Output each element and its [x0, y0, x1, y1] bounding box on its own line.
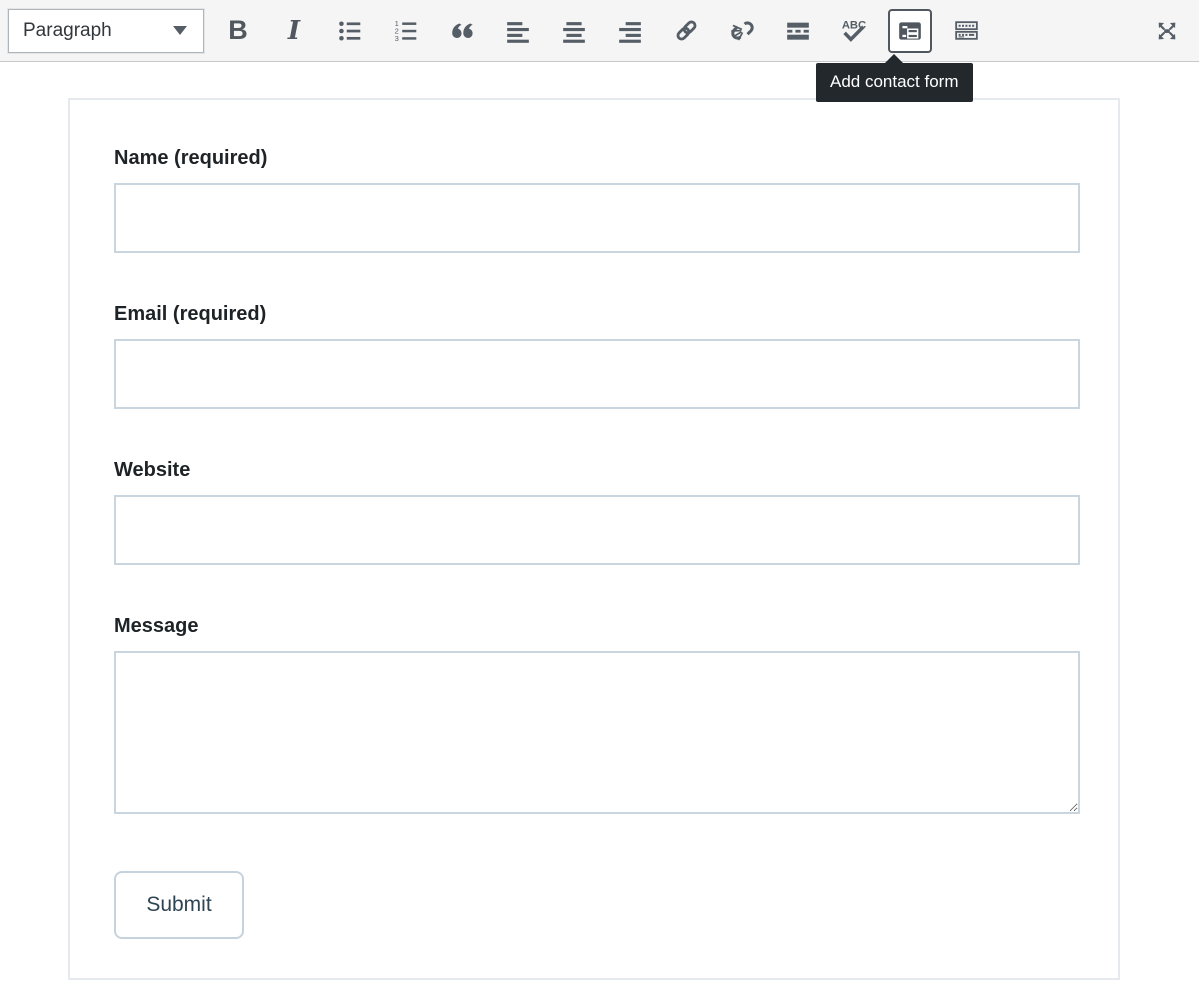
field-label-name: Name (required) [114, 146, 1074, 170]
align-left-icon [505, 18, 531, 44]
email-field[interactable] [114, 339, 1080, 409]
italic-icon: I [288, 18, 300, 44]
contact-form-icon [897, 18, 923, 44]
fullscreen-button[interactable] [1145, 9, 1189, 53]
bold-icon: B [228, 17, 248, 44]
bulleted-list-button[interactable] [328, 9, 372, 53]
message-field[interactable] [114, 651, 1080, 814]
link-icon [673, 17, 700, 44]
paragraph-dropdown-value: Paragraph [23, 20, 112, 42]
keyboard-icon [953, 17, 980, 44]
spellcheck-icon: ABC [839, 16, 869, 46]
add-contact-form-button[interactable] [888, 9, 932, 53]
align-right-button[interactable] [608, 9, 652, 53]
blockquote-icon [448, 17, 476, 45]
website-field[interactable] [114, 495, 1080, 565]
paragraph-dropdown[interactable]: Paragraph [8, 9, 204, 53]
align-center-button[interactable] [552, 9, 596, 53]
submit-button[interactable]: Submit [114, 871, 244, 939]
blockquote-button[interactable] [440, 9, 484, 53]
contact-form-preview: Name (required) Email (required) Website… [68, 98, 1120, 980]
editor-content-area[interactable]: Name (required) Email (required) Website… [0, 62, 1199, 991]
read-more-tag-icon [785, 18, 811, 44]
read-more-tag-button[interactable] [776, 9, 820, 53]
align-center-icon [561, 18, 587, 44]
field-label-email: Email (required) [114, 302, 1074, 326]
remove-link-button[interactable] [720, 9, 764, 53]
align-left-button[interactable] [496, 9, 540, 53]
add-contact-form-tooltip: Add contact form [816, 63, 973, 102]
editor-toolbar: Paragraph B I 1 2 3 [0, 0, 1199, 62]
fullscreen-icon [1154, 18, 1180, 44]
insert-link-button[interactable] [664, 9, 708, 53]
numbered-list-icon: 1 2 3 [393, 18, 419, 44]
svg-text:3: 3 [395, 33, 399, 42]
align-right-icon [617, 18, 643, 44]
bulleted-list-icon [337, 18, 363, 44]
spellcheck-button[interactable]: ABC [832, 9, 876, 53]
unlink-icon [729, 17, 756, 44]
name-field[interactable] [114, 183, 1080, 253]
tooltip-text: Add contact form [830, 72, 959, 91]
bold-button[interactable]: B [216, 9, 260, 53]
italic-button[interactable]: I [272, 9, 316, 53]
field-label-message: Message [114, 614, 1074, 638]
field-label-website: Website [114, 458, 1074, 482]
keyboard-shortcuts-button[interactable] [944, 9, 988, 53]
numbered-list-button[interactable]: 1 2 3 [384, 9, 428, 53]
chevron-down-icon [173, 26, 187, 35]
